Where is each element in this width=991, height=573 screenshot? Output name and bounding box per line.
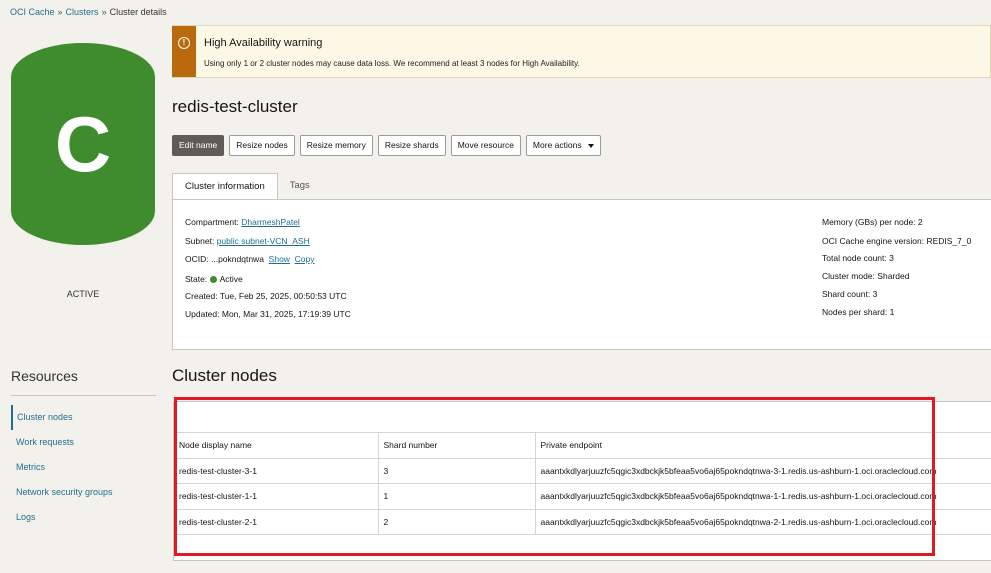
- more-actions-label: More actions: [532, 140, 582, 150]
- table-row: redis-test-cluster-3-1 3 aaantxkdlyarjuu…: [174, 458, 991, 484]
- cluster-nodes-table: Node display name Shard number Private e…: [174, 432, 991, 535]
- engine-value: REDIS_7_0: [926, 236, 972, 246]
- resize-shards-button[interactable]: Resize shards: [377, 135, 446, 156]
- cluster-mode-value: Sharded: [877, 271, 910, 281]
- info-ocid: OCID: ...pokndqtnwa Show Copy: [185, 254, 315, 264]
- info-shard-count: Shard count: 3: [822, 289, 877, 299]
- resource-avatar: C: [11, 43, 155, 245]
- state-label: State:: [185, 274, 208, 284]
- edit-name-button[interactable]: Edit name: [172, 135, 225, 156]
- ocid-copy-link[interactable]: Copy: [295, 254, 315, 264]
- node-display-name-cell: redis-test-cluster-3-1: [174, 458, 378, 484]
- resources-divider: [11, 395, 156, 396]
- info-node-count: Total node count: 3: [822, 253, 894, 263]
- breadcrumb-current: Cluster details: [109, 7, 167, 17]
- nodes-per-shard-label: Nodes per shard:: [822, 307, 888, 317]
- cluster-nodes-panel: Node display name Shard number Private e…: [173, 401, 991, 561]
- info-memory: Memory (GBs) per node: 2: [822, 217, 923, 227]
- state-value: Active: [219, 274, 243, 284]
- node-count-value: 3: [889, 253, 894, 263]
- warning-icon: !: [178, 37, 190, 49]
- node-display-name-cell: redis-test-cluster-1-1: [174, 483, 378, 510]
- private-endpoint-cell: aaantxkdlyarjuuzfc5qgic3xdbckjk5bfeaa5vo…: [534, 483, 991, 510]
- info-updated: Updated: Mon, Mar 31, 2025, 17:19:39 UTC: [185, 309, 351, 319]
- info-compartment: Compartment: DharmeshPatel: [185, 217, 300, 227]
- info-state: State: Active: [185, 274, 243, 284]
- info-subnet: Subnet: public subnet-VCN_ASH: [185, 236, 310, 246]
- nav-item-metrics[interactable]: Metrics: [11, 455, 156, 480]
- shard-count-value: 3: [872, 289, 878, 299]
- compartment-label: Compartment:: [185, 217, 239, 227]
- cluster-mode-label: Cluster mode:: [822, 271, 875, 281]
- engine-label: OCI Cache engine version:: [822, 236, 925, 246]
- compartment-link[interactable]: DharmeshPatel: [241, 217, 300, 227]
- column-header-private-endpoint[interactable]: Private endpoint: [534, 432, 991, 459]
- node-display-name-cell: redis-test-cluster-2-1: [174, 509, 378, 535]
- memory-label: Memory (GBs) per node:: [822, 217, 916, 227]
- breadcrumb-separator: »: [57, 7, 63, 17]
- ocid-show-link[interactable]: Show: [269, 254, 290, 264]
- cluster-info-panel: Compartment: DharmeshPatel Subnet: publi…: [172, 199, 991, 350]
- shard-number-cell: 2: [377, 509, 535, 535]
- warning-stripe: !: [172, 26, 196, 77]
- updated-label: Updated:: [185, 309, 220, 319]
- subnet-link[interactable]: public subnet-VCN_ASH: [217, 236, 310, 246]
- ocid-label: OCID:: [185, 254, 209, 264]
- created-label: Created:: [185, 291, 218, 301]
- resize-nodes-button[interactable]: Resize nodes: [229, 135, 295, 156]
- private-endpoint-cell: aaantxkdlyarjuuzfc5qgic3xdbckjk5bfeaa5vo…: [534, 509, 991, 535]
- nav-item-work-requests[interactable]: Work requests: [11, 430, 156, 455]
- shard-number-cell: 3: [377, 458, 535, 484]
- updated-value: Mon, Mar 31, 2025, 17:19:39 UTC: [221, 309, 351, 319]
- column-header-node-display-name[interactable]: Node display name: [174, 432, 378, 459]
- page-title: redis-test-cluster: [172, 97, 298, 116]
- private-endpoint-cell: aaantxkdlyarjuuzfc5qgic3xdbckjk5bfeaa5vo…: [534, 458, 991, 484]
- warning-text: Using only 1 or 2 cluster nodes may caus…: [204, 59, 580, 68]
- resize-memory-button[interactable]: Resize memory: [299, 135, 373, 156]
- resources-title: Resources: [11, 368, 78, 384]
- nav-item-logs[interactable]: Logs: [11, 505, 156, 530]
- breadcrumb-separator: »: [101, 7, 107, 17]
- info-nodes-per-shard: Nodes per shard: 1: [822, 307, 894, 317]
- ocid-value: ...pokndqtnwa: [211, 254, 264, 264]
- tab-tags[interactable]: Tags: [278, 173, 322, 200]
- subnet-label: Subnet:: [185, 236, 215, 246]
- breadcrumb: OCI Cache » Clusters » Cluster details: [10, 7, 167, 17]
- caret-down-icon: [587, 143, 594, 148]
- tab-cluster-information[interactable]: Cluster information: [172, 173, 278, 200]
- move-resource-button[interactable]: Move resource: [450, 135, 521, 156]
- ha-warning-banner: ! High Availability warning Using only 1…: [172, 25, 991, 78]
- avatar-letter: C: [54, 99, 112, 188]
- cluster-nodes-title: Cluster nodes: [172, 366, 277, 385]
- breadcrumb-oci-cache[interactable]: OCI Cache: [10, 7, 55, 17]
- breadcrumb-clusters[interactable]: Clusters: [66, 7, 99, 17]
- info-created: Created: Tue, Feb 25, 2025, 00:50:53 UTC: [185, 291, 347, 301]
- nav-item-network-security-groups[interactable]: Network security groups: [11, 480, 156, 505]
- detail-tabs: Cluster information Tags: [172, 173, 322, 200]
- nodes-per-shard-value: 1: [889, 307, 895, 317]
- more-actions-button[interactable]: More actions: [525, 135, 601, 156]
- info-engine-version: OCI Cache engine version: REDIS_7_0: [822, 236, 971, 246]
- nav-item-cluster-nodes[interactable]: Cluster nodes: [11, 405, 156, 430]
- shard-count-label: Shard count:: [822, 289, 871, 299]
- resources-nav: Cluster nodes Work requests Metrics Netw…: [11, 405, 156, 530]
- table-row: redis-test-cluster-2-1 2 aaantxkdlyarjuu…: [174, 509, 991, 535]
- avatar-state-label: ACTIVE: [66, 289, 100, 299]
- node-count-label: Total node count:: [822, 253, 887, 263]
- created-value: Tue, Feb 25, 2025, 00:50:53 UTC: [219, 291, 347, 301]
- warning-title: High Availability warning: [204, 37, 323, 49]
- active-status-dot-icon: [209, 276, 217, 283]
- memory-value: 2: [917, 217, 923, 227]
- action-bar: Edit name Resize nodes Resize memory Res…: [172, 135, 601, 156]
- column-header-shard-number[interactable]: Shard number: [377, 432, 535, 459]
- table-row: redis-test-cluster-1-1 1 aaantxkdlyarjuu…: [174, 483, 991, 510]
- table-header-row: Node display name Shard number Private e…: [174, 432, 991, 459]
- shard-number-cell: 1: [377, 483, 535, 510]
- info-cluster-mode: Cluster mode: Sharded: [822, 271, 909, 281]
